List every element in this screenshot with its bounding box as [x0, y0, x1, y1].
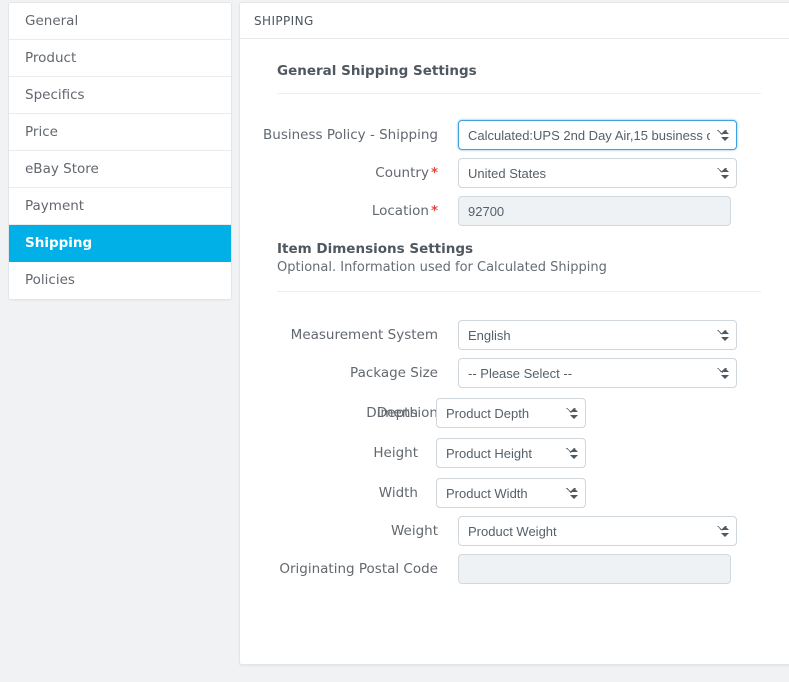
depth-label: Depth [376, 405, 418, 421]
measurement-system-control: English [458, 320, 737, 350]
row-country: Country * United States [240, 158, 789, 188]
business-policy-control: Calculated:UPS 2nd Day Air,15 business d… [458, 120, 737, 150]
sidebar-item-policies[interactable]: Policies [9, 262, 231, 299]
depth-select[interactable]: Product Depth [436, 398, 586, 428]
width-label: Width [378, 485, 418, 501]
country-select[interactable]: United States [458, 158, 737, 188]
location-input[interactable] [458, 196, 731, 226]
sidebar-item-label: General [25, 13, 79, 29]
package-size-label: Package Size [350, 365, 438, 381]
measurement-system-select[interactable]: English [458, 320, 737, 350]
dimension-item-depth: Depth Product Depth [328, 398, 586, 428]
business-policy-select[interactable]: Calculated:UPS 2nd Day Air,15 business d… [458, 120, 737, 150]
country-label: Country * [240, 165, 458, 181]
row-postal-code: Originating Postal Code [240, 554, 789, 584]
row-business-policy: Business Policy - Shipping Calculated:UP… [240, 120, 789, 150]
row-measurement-system: Measurement System English [240, 320, 789, 350]
width-control: Product Width [436, 478, 586, 508]
height-label: Height [373, 445, 418, 461]
item-dimensions-block: Item Dimensions Settings Optional. Infor… [240, 234, 789, 277]
panel-header: SHIPPING [240, 3, 789, 39]
sidebar-item-label: Payment [25, 198, 85, 214]
dimension-item-height: Height Product Height [328, 438, 586, 468]
panel-body: General Shipping Settings Business Polic… [240, 39, 789, 584]
height-control: Product Height [436, 438, 586, 468]
row-location: Location * [240, 196, 789, 226]
country-label-text: Country [375, 165, 429, 181]
location-label-text: Location [371, 203, 429, 219]
postal-code-label: Originating Postal Code [279, 561, 438, 577]
weight-select[interactable]: Product Weight [458, 516, 737, 546]
sidebar-item-label: Specifics [25, 87, 85, 103]
postal-code-control [458, 554, 731, 584]
postal-code-input[interactable] [458, 554, 731, 584]
general-shipping-settings-title: General Shipping Settings [277, 63, 477, 79]
row-weight: Weight Product Weight [240, 516, 789, 546]
sidebar-item-specifics[interactable]: Specifics [9, 77, 231, 114]
settings-sidebar: General Product Specifics Price eBay Sto… [8, 2, 232, 300]
weight-control: Product Weight [458, 516, 737, 546]
location-required-mark: * [430, 203, 438, 219]
sidebar-item-label: Policies [25, 272, 75, 288]
country-control: United States [458, 158, 737, 188]
weight-label: Weight [390, 523, 438, 539]
row-dimension: Dimension Depth Product Depth Height Pro… [240, 398, 789, 508]
sidebar-item-label: Product [25, 50, 77, 66]
height-select[interactable]: Product Height [436, 438, 586, 468]
page-title: SHIPPING [254, 14, 314, 28]
sidebar-item-product[interactable]: Product [9, 40, 231, 77]
shipping-panel: SHIPPING General Shipping Settings Busin… [239, 2, 789, 665]
dimension-list: Depth Product Depth Height Product Heigh… [328, 398, 586, 508]
item-dimensions-title: Item Dimensions Settings [277, 241, 474, 257]
package-size-control: -- Please Select -- [458, 358, 737, 388]
location-label: Location * [240, 203, 458, 219]
sidebar-item-label: eBay Store [25, 161, 99, 177]
business-policy-label: Business Policy - Shipping [263, 127, 438, 143]
sidebar-item-payment[interactable]: Payment [9, 188, 231, 225]
dimension-item-width: Width Product Width [328, 478, 586, 508]
measurement-system-label: Measurement System [290, 327, 438, 343]
location-control [458, 196, 731, 226]
package-size-select[interactable]: -- Please Select -- [458, 358, 737, 388]
sidebar-item-general[interactable]: General [9, 3, 231, 40]
item-dimensions-description: Optional. Information used for Calculate… [277, 260, 607, 275]
sidebar-item-ebay-store[interactable]: eBay Store [9, 151, 231, 188]
sidebar-item-label: Price [25, 124, 58, 140]
sidebar-item-price[interactable]: Price [9, 114, 231, 151]
sidebar-item-label: Shipping [25, 235, 93, 251]
app-screen: General Product Specifics Price eBay Sto… [0, 0, 789, 682]
row-package-size: Package Size -- Please Select -- [240, 358, 789, 388]
width-select[interactable]: Product Width [436, 478, 586, 508]
country-required-mark: * [430, 165, 438, 181]
depth-control: Product Depth [436, 398, 586, 428]
sidebar-item-shipping[interactable]: Shipping [9, 225, 231, 262]
